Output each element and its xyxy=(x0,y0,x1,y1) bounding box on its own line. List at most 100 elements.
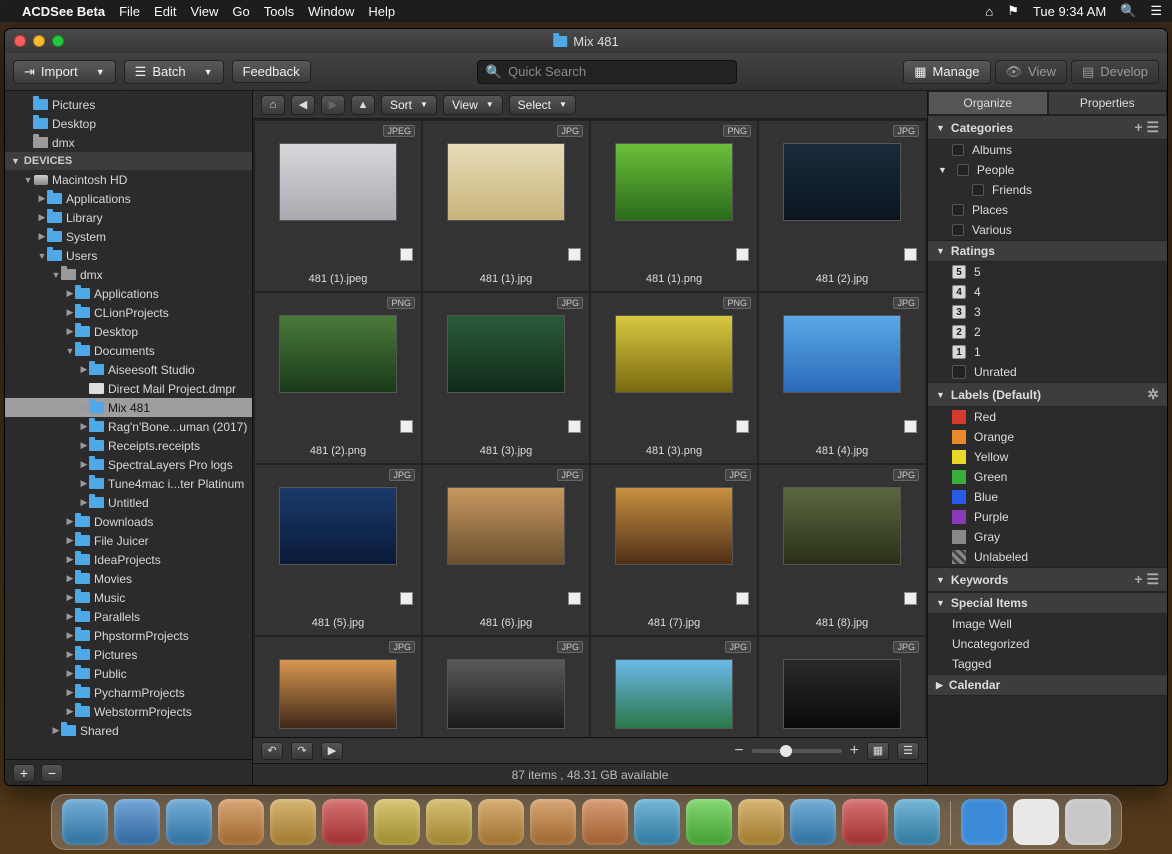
menu-edit[interactable]: Edit xyxy=(154,4,176,19)
dock-app-icon[interactable] xyxy=(634,799,680,845)
dock-app-icon[interactable] xyxy=(894,799,940,845)
rating-item[interactable]: 33 xyxy=(928,302,1167,322)
tree-item[interactable]: ▶IdeaProjects xyxy=(5,550,252,569)
rating-item[interactable]: 22 xyxy=(928,322,1167,342)
batch-button[interactable]: ☰Batch▼ xyxy=(124,60,224,84)
menu-view[interactable]: View xyxy=(190,4,218,19)
tab-properties[interactable]: Properties xyxy=(1048,91,1168,115)
tree-item[interactable]: ▶System xyxy=(5,227,252,246)
tree-item[interactable]: Pictures xyxy=(5,95,252,114)
disclosure-icon[interactable]: ▶ xyxy=(65,649,75,660)
app-menu[interactable]: ACDSee Beta xyxy=(22,4,105,19)
thumbnail-cell[interactable]: JPG481 (6).jpg xyxy=(423,465,589,635)
panel-header[interactable]: ▶Calendar xyxy=(928,674,1167,696)
disclosure-icon[interactable]: ▶ xyxy=(65,573,75,584)
label-item[interactable]: Purple xyxy=(928,507,1167,527)
special-item[interactable]: Image Well xyxy=(928,614,1167,634)
menu-file[interactable]: File xyxy=(119,4,140,19)
thumbnail-checkbox[interactable] xyxy=(904,248,917,261)
tree-item[interactable]: Desktop xyxy=(5,114,252,133)
rating-item[interactable]: 55 xyxy=(928,262,1167,282)
dock-app-icon[interactable] xyxy=(738,799,784,845)
dock-app-icon[interactable] xyxy=(1065,799,1111,845)
disclosure-icon[interactable]: ▶ xyxy=(65,611,75,622)
disclosure-icon[interactable]: ▶ xyxy=(79,478,89,489)
tree-item[interactable]: ▶Aiseesoft Studio xyxy=(5,360,252,379)
feedback-button[interactable]: Feedback xyxy=(232,60,311,83)
tree-item[interactable]: ▶PycharmProjects xyxy=(5,683,252,702)
thumbnail-checkbox[interactable] xyxy=(400,420,413,433)
quick-search-input[interactable]: 🔍Quick Search xyxy=(477,60,737,84)
label-item[interactable]: Yellow xyxy=(928,447,1167,467)
spotlight-icon[interactable]: 🔍 xyxy=(1120,3,1136,19)
disclosure-icon[interactable]: ▶ xyxy=(79,364,89,375)
thumbnail-cell[interactable]: PNG481 (2).png xyxy=(255,293,421,463)
thumbnail-cell[interactable]: JPG481 (1).jpg xyxy=(423,121,589,291)
tree-item[interactable]: ▶Parallels xyxy=(5,607,252,626)
nav-home-button[interactable]: ⌂ xyxy=(261,95,285,115)
thumbnail-cell[interactable]: JPG xyxy=(423,637,589,737)
panel-header[interactable]: ▼Special Items xyxy=(928,592,1167,614)
nav-up-button[interactable]: ▲ xyxy=(351,95,375,115)
checkbox[interactable] xyxy=(952,204,964,216)
dock-app-icon[interactable] xyxy=(478,799,524,845)
thumbnail-checkbox[interactable] xyxy=(400,592,413,605)
dock-app-icon[interactable] xyxy=(114,799,160,845)
disclosure-icon[interactable]: ▶ xyxy=(37,212,47,223)
tree-item[interactable]: ▶Applications xyxy=(5,284,252,303)
tree-item[interactable]: ▶Applications xyxy=(5,189,252,208)
zoom-out-icon[interactable]: − xyxy=(734,742,743,760)
category-item[interactable]: Places xyxy=(928,200,1167,220)
tree-item[interactable]: ▶Receipts.receipts xyxy=(5,436,252,455)
thumbnail-checkbox[interactable] xyxy=(400,248,413,261)
disclosure-icon[interactable]: ▶ xyxy=(79,440,89,451)
disclosure-icon[interactable]: ▶ xyxy=(65,288,75,299)
slideshow-button[interactable]: ▶ xyxy=(321,742,343,760)
zoom-slider[interactable] xyxy=(752,749,842,753)
tree-item[interactable]: ▶Rag'n'Bone...uman (2017) xyxy=(5,417,252,436)
tree-item[interactable]: ▶WebstormProjects xyxy=(5,702,252,721)
category-item[interactable]: ▼People xyxy=(928,160,1167,180)
disclosure-icon[interactable]: ▶ xyxy=(65,630,75,641)
mode-develop-button[interactable]: ▤Develop xyxy=(1071,60,1159,84)
dock-app-icon[interactable] xyxy=(961,799,1007,845)
dock-app-icon[interactable] xyxy=(582,799,628,845)
dock-app-icon[interactable] xyxy=(426,799,472,845)
tab-organize[interactable]: Organize xyxy=(928,91,1048,115)
tree-item[interactable]: ▶Mix 481 xyxy=(5,398,252,417)
section-devices-header[interactable]: ▼DEVICES xyxy=(5,152,252,170)
disclosure-icon[interactable]: ▶ xyxy=(65,687,75,698)
thumbnail-checkbox[interactable] xyxy=(904,592,917,605)
label-item[interactable]: Unlabeled xyxy=(928,547,1167,567)
close-window-button[interactable] xyxy=(14,35,26,47)
dock-app-icon[interactable] xyxy=(1013,799,1059,845)
tree-item[interactable]: ▶Pictures xyxy=(5,645,252,664)
thumbnail-cell[interactable]: JPEG481 (1).jpeg xyxy=(255,121,421,291)
disclosure-icon[interactable]: ▶ xyxy=(79,459,89,470)
disclosure-icon[interactable]: ▶ xyxy=(65,535,75,546)
thumbnail-cell[interactable]: JPG481 (3).jpg xyxy=(423,293,589,463)
zoom-window-button[interactable] xyxy=(52,35,64,47)
menubar-clock[interactable]: Tue 9:34 AM xyxy=(1033,4,1106,19)
disclosure-icon[interactable]: ▼ xyxy=(23,175,33,185)
thumbnail-checkbox[interactable] xyxy=(736,592,749,605)
thumbnail-cell[interactable]: JPG xyxy=(759,637,925,737)
thumbnail-checkbox[interactable] xyxy=(568,592,581,605)
tray-icon[interactable]: ⚑ xyxy=(1007,3,1019,19)
special-item[interactable]: Tagged xyxy=(928,654,1167,674)
tree-item[interactable]: dmx xyxy=(5,133,252,152)
thumbnail-cell[interactable]: PNG481 (1).png xyxy=(591,121,757,291)
tree-item[interactable]: ▶SpectraLayers Pro logs xyxy=(5,455,252,474)
category-item[interactable]: Various xyxy=(928,220,1167,240)
nav-forward-button[interactable]: ▶ xyxy=(321,95,345,115)
nav-back-button[interactable]: ◀ xyxy=(291,95,315,115)
disclosure-icon[interactable]: ▶ xyxy=(65,706,75,717)
tree-item[interactable]: ▶CLionProjects xyxy=(5,303,252,322)
label-item[interactable]: Blue xyxy=(928,487,1167,507)
checkbox[interactable] xyxy=(972,184,984,196)
dock-app-icon[interactable] xyxy=(790,799,836,845)
disclosure-icon[interactable]: ▶ xyxy=(65,554,75,565)
tree-item[interactable]: Direct Mail Project.dmpr xyxy=(5,379,252,398)
tree-item[interactable]: ▶PhpstormProjects xyxy=(5,626,252,645)
disclosure-icon[interactable]: ▶ xyxy=(65,326,75,337)
